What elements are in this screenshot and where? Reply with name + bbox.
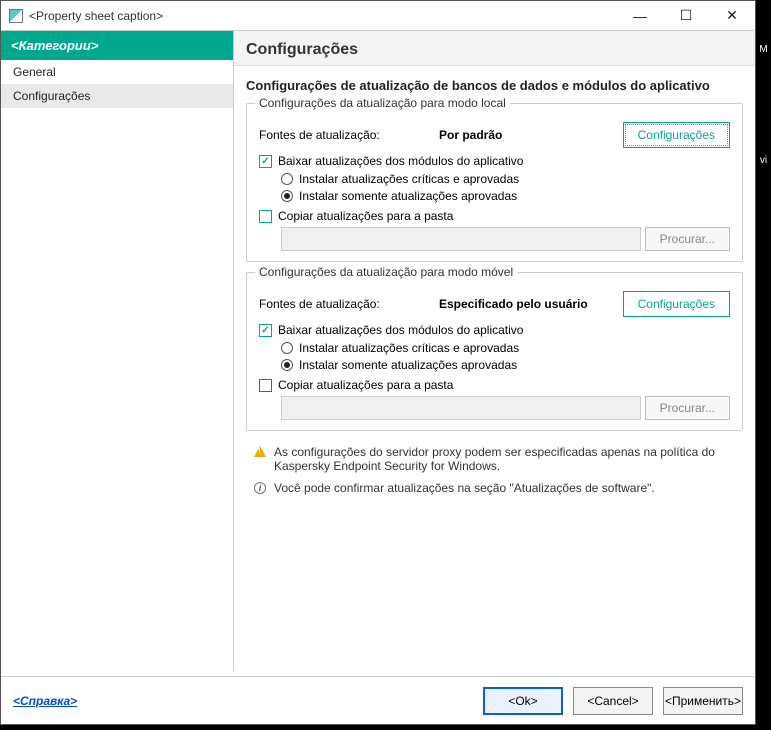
groupbox-local-legend: Configurações da atualização para modo l…: [255, 96, 510, 110]
local-radio-approved-label: Instalar somente atualizações aprovadas: [299, 189, 517, 203]
local-radio-critical[interactable]: Instalar atualizações críticas e aprovad…: [281, 172, 730, 186]
close-button[interactable]: ✕: [709, 2, 755, 30]
content-header: Configurações: [234, 31, 755, 66]
local-sources-value: Por padrão: [439, 128, 623, 142]
local-sources-label: Fontes de atualização:: [259, 128, 439, 142]
minimize-button[interactable]: —: [617, 2, 663, 30]
mobile-config-button[interactable]: Configurações: [623, 291, 730, 317]
groupbox-mobile: Configurações da atualização para modo m…: [246, 272, 743, 431]
mobile-download-modules-checkbox[interactable]: ✓ Baixar atualizações dos módulos do apl…: [259, 323, 730, 337]
maximize-button[interactable]: ☐: [663, 2, 709, 30]
radio-checked-icon: [281, 359, 293, 371]
radio-unchecked-icon: [281, 173, 293, 185]
sidebar: <Категории> General Configurações: [1, 31, 234, 671]
help-link[interactable]: <Справка>: [13, 694, 77, 708]
local-copy-folder-label: Copiar atualizações para a pasta: [278, 209, 453, 223]
radio-checked-icon: [281, 190, 293, 202]
info-text: Você pode confirmar atualizações na seçã…: [274, 481, 655, 495]
mobile-radio-critical-label: Instalar atualizações críticas e aprovad…: [299, 341, 519, 355]
ok-button[interactable]: <Ok>: [483, 687, 563, 715]
background-strip: M vi: [756, 30, 771, 730]
mobile-download-modules-label: Baixar atualizações dos módulos do aplic…: [278, 323, 523, 337]
local-copy-folder-checkbox[interactable]: ✓ Copiar atualizações para a pasta: [259, 209, 730, 223]
local-folder-input[interactable]: [281, 227, 641, 251]
checkbox-checked-icon: ✓: [259, 155, 272, 168]
proxy-warning-row: As configurações do servidor proxy podem…: [234, 441, 755, 477]
mobile-radio-critical[interactable]: Instalar atualizações críticas e aprovad…: [281, 341, 730, 355]
groupbox-local: Configurações da atualização para modo l…: [246, 103, 743, 262]
content-pane: Configurações Configurações de atualizaç…: [234, 31, 755, 671]
property-sheet-window: <Property sheet caption> — ☐ ✕ <Категори…: [0, 0, 756, 725]
mobile-radio-approved-label: Instalar somente atualizações aprovadas: [299, 358, 517, 372]
sidebar-header: <Категории>: [1, 31, 233, 60]
mobile-folder-input[interactable]: [281, 396, 641, 420]
cancel-button[interactable]: <Cancel>: [573, 687, 653, 715]
radio-unchecked-icon: [281, 342, 293, 354]
sidebar-item-general[interactable]: General: [1, 60, 233, 84]
local-browse-button[interactable]: Procurar...: [645, 227, 730, 251]
app-icon: [9, 9, 23, 23]
checkbox-checked-icon: ✓: [259, 324, 272, 337]
mobile-sources-label: Fontes de atualização:: [259, 297, 439, 311]
mobile-browse-button[interactable]: Procurar...: [645, 396, 730, 420]
local-download-modules-checkbox[interactable]: ✓ Baixar atualizações dos módulos do apl…: [259, 154, 730, 168]
checkbox-unchecked-icon: ✓: [259, 379, 272, 392]
local-config-button[interactable]: Configurações: [623, 122, 730, 148]
checkbox-unchecked-icon: ✓: [259, 210, 272, 223]
local-radio-approved[interactable]: Instalar somente atualizações aprovadas: [281, 189, 730, 203]
mobile-radio-approved[interactable]: Instalar somente atualizações aprovadas: [281, 358, 730, 372]
section-title: Configurações de atualização de bancos d…: [234, 66, 755, 97]
sidebar-item-configuracoes[interactable]: Configurações: [1, 84, 233, 108]
mobile-copy-folder-label: Copiar atualizações para a pasta: [278, 378, 453, 392]
local-download-modules-label: Baixar atualizações dos módulos do aplic…: [278, 154, 523, 168]
titlebar: <Property sheet caption> — ☐ ✕: [1, 1, 755, 31]
local-radio-critical-label: Instalar atualizações críticas e aprovad…: [299, 172, 519, 186]
mobile-sources-value: Especificado pelo usuário: [439, 297, 623, 311]
window-title: <Property sheet caption>: [29, 9, 163, 23]
proxy-warning-text: As configurações do servidor proxy podem…: [274, 445, 735, 473]
apply-button[interactable]: <Применить>: [663, 687, 743, 715]
info-row: i Você pode confirmar atualizações na se…: [234, 477, 755, 499]
groupbox-mobile-legend: Configurações da atualização para modo m…: [255, 265, 517, 279]
info-icon: i: [254, 482, 266, 494]
mobile-copy-folder-checkbox[interactable]: ✓ Copiar atualizações para a pasta: [259, 378, 730, 392]
footer: <Справка> <Ok> <Cancel> <Применить>: [1, 676, 755, 724]
warning-icon: [254, 446, 266, 457]
